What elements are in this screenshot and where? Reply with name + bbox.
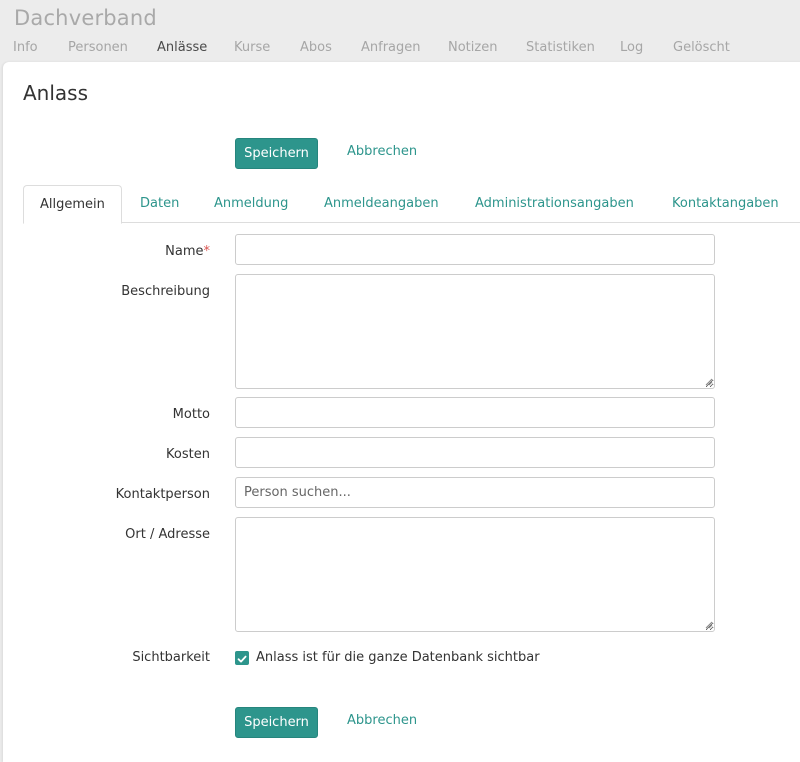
- nav-item-info[interactable]: Info: [13, 40, 38, 55]
- nav-item-log[interactable]: Log: [620, 40, 643, 55]
- tab-administrationsangaben[interactable]: Administrationsangaben: [475, 185, 634, 223]
- kontaktperson-search-input[interactable]: [235, 477, 715, 508]
- sichtbarkeit-label: Sichtbarkeit: [132, 650, 210, 665]
- nav-item-anlaesse[interactable]: Anlässe: [157, 40, 207, 55]
- kontaktperson-label: Kontaktperson: [115, 487, 210, 502]
- group-title: Dachverband: [14, 6, 157, 30]
- nav-item-kurse[interactable]: Kurse: [234, 40, 270, 55]
- nav-item-abos[interactable]: Abos: [300, 40, 332, 55]
- required-marker: *: [203, 244, 211, 259]
- save-button-bottom[interactable]: Speichern: [235, 707, 318, 738]
- nav-item-anfragen[interactable]: Anfragen: [361, 40, 421, 55]
- sichtbarkeit-checkbox[interactable]: [235, 651, 249, 665]
- name-label-text: Name: [165, 244, 204, 259]
- nav-item-geloescht[interactable]: Gelöscht: [673, 40, 730, 55]
- cancel-link-bottom[interactable]: Abbrechen: [347, 713, 417, 728]
- tab-anmeldung[interactable]: Anmeldung: [214, 185, 288, 223]
- checkmark-icon: [237, 655, 247, 663]
- resize-grip-icon[interactable]: [704, 377, 713, 386]
- tab-anmeldeangaben[interactable]: Anmeldeangaben: [324, 185, 439, 223]
- kosten-label: Kosten: [166, 447, 210, 462]
- resize-grip-icon[interactable]: [704, 620, 713, 629]
- tab-allgemein[interactable]: Allgemein: [23, 185, 122, 224]
- ort-adresse-textarea[interactable]: [235, 517, 715, 632]
- motto-input[interactable]: [235, 397, 715, 428]
- ort-adresse-label: Ort / Adresse: [125, 527, 210, 542]
- name-input[interactable]: [235, 234, 715, 265]
- motto-label: Motto: [172, 407, 210, 422]
- tab-daten[interactable]: Daten: [140, 185, 179, 223]
- tab-kontaktangaben[interactable]: Kontaktangaben: [672, 185, 779, 223]
- tab-bar: Allgemein Daten Anmeldung Anmeldeangaben…: [23, 185, 800, 224]
- kosten-input[interactable]: [235, 437, 715, 468]
- group-header: Dachverband Info Personen Anlässe Kurse …: [0, 0, 800, 62]
- sichtbarkeit-checkbox-label[interactable]: Anlass ist für die ganze Datenbank sicht…: [256, 650, 540, 665]
- page-title: Anlass: [23, 81, 89, 105]
- nav-item-notizen[interactable]: Notizen: [448, 40, 497, 55]
- cancel-link-top[interactable]: Abbrechen: [347, 144, 417, 159]
- save-button-top[interactable]: Speichern: [235, 138, 318, 169]
- nav-item-statistiken[interactable]: Statistiken: [526, 40, 595, 55]
- name-label: Name*: [165, 244, 210, 259]
- beschreibung-textarea[interactable]: [235, 274, 715, 389]
- nav-item-personen[interactable]: Personen: [68, 40, 128, 55]
- beschreibung-label: Beschreibung: [121, 284, 210, 299]
